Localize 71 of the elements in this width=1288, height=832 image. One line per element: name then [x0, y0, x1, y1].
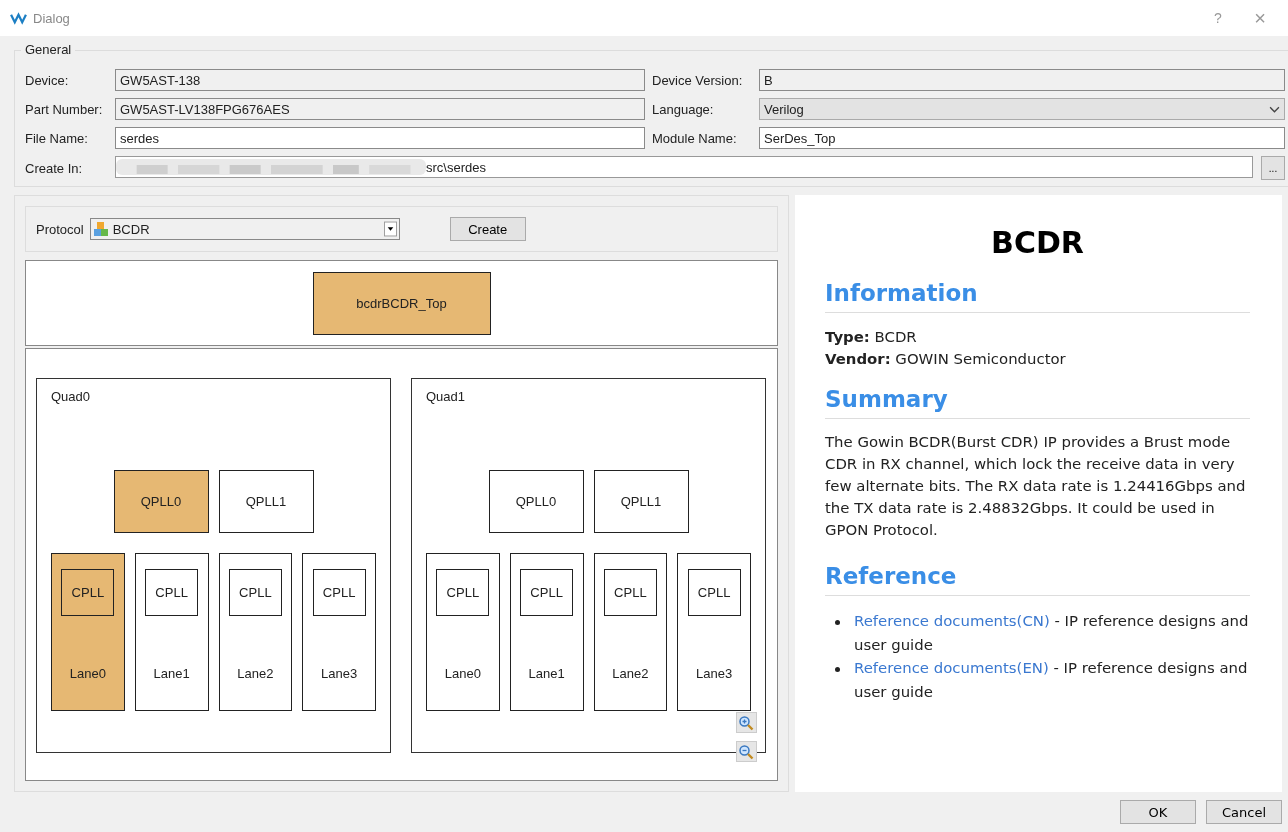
lane-label: Lane0 [69, 666, 106, 681]
pll-block[interactable]: CPLL [228, 569, 282, 616]
browse-button[interactable]: ... [1261, 156, 1285, 180]
info-title: BCDR [990, 225, 1085, 260]
lane-block[interactable]: CPLL Lane3 [302, 553, 376, 711]
pll-block[interactable]: QPLL0 [488, 470, 584, 533]
pll-block[interactable]: CPLL [520, 569, 574, 616]
module-block[interactable]: bcdrBCDR_Top [312, 271, 491, 335]
quad-label: Quad0 [51, 389, 92, 404]
lane-label: Lane3 [696, 666, 733, 681]
app-logo-icon [10, 11, 27, 25]
bullet-icon [835, 620, 840, 625]
section-heading: Information [825, 280, 1250, 313]
chevron-down-icon [1269, 105, 1280, 113]
pll-block[interactable]: CPLL [312, 569, 366, 616]
field-label: Language: [652, 101, 715, 117]
lane-block[interactable]: CPLL Lane0 [426, 553, 500, 711]
language-dropdown[interactable]: Verilog [759, 98, 1285, 120]
input-field[interactable]: GW5AST-LV138FPG676AES [115, 98, 645, 120]
lane-label: Lane3 [321, 666, 358, 681]
reference-link[interactable]: Reference documents(EN) [854, 659, 1049, 677]
lane-label: Lane0 [444, 666, 481, 681]
lane-block[interactable]: CPLL Lane1 [134, 553, 209, 711]
lane-block[interactable]: CPLL Lane2 [218, 553, 293, 711]
pll-block[interactable]: CPLL [687, 569, 741, 616]
input-field[interactable]: SerDes_Top [759, 127, 1285, 149]
dialog-button[interactable]: Cancel [1206, 800, 1282, 824]
lane-block[interactable]: CPLL Lane1 [509, 553, 584, 711]
section-heading: Reference [825, 563, 1250, 596]
info-line: Vendor: GOWIN Semiconductor [825, 349, 1067, 370]
input-field[interactable]: B [759, 69, 1285, 91]
pll-block[interactable]: QPLL0 [113, 470, 209, 533]
pll-block[interactable]: QPLL1 [593, 470, 689, 533]
field-label: Device Version: [652, 72, 744, 88]
lane-label: Lane2 [237, 666, 274, 681]
summary-text: The Gowin BCDR(Burst CDR) IP provides a Brust mode CDR in RX channel, which lock the receive data in very few alternate bits. The RX data rate is 1.24416Gbps and the TX data rate is 2.48832Gbps. It could be used in GPON Protocol. [825, 432, 1247, 541]
bullet-icon [835, 667, 840, 672]
lane-block[interactable]: CPLL Lane0 [51, 553, 125, 711]
field-label: Create In: [25, 160, 84, 176]
dialog-button[interactable]: OK [1120, 800, 1196, 824]
reference-item: Reference documents(EN) - IP reference designs and user guide [854, 658, 1249, 703]
reference-link[interactable]: Reference documents(CN) [854, 612, 1050, 630]
field-label: Module Name: [652, 130, 738, 146]
pll-block[interactable]: CPLL [145, 569, 199, 616]
input-field[interactable]: src\serdes [115, 156, 1253, 178]
protocol-label: Protocol [36, 221, 84, 237]
pll-block[interactable]: CPLL [61, 569, 115, 616]
lane-block[interactable]: CPLL Lane2 [593, 553, 668, 711]
window-title: Dialog [33, 10, 70, 26]
pll-block[interactable]: QPLL1 [218, 470, 314, 533]
create-button[interactable]: Create [449, 217, 526, 241]
pll-block[interactable]: CPLL [603, 569, 657, 616]
group-title: General [21, 42, 76, 57]
field-label: Part Number: [25, 101, 104, 117]
section-heading: Summary [825, 386, 1250, 419]
cubes-icon [92, 221, 109, 237]
reference-item: Reference documents(CN) - IP reference designs and user guide [854, 611, 1250, 656]
lane-label: Lane1 [528, 666, 565, 681]
protocol-dropdown[interactable]: BCDR [89, 218, 400, 240]
input-field[interactable]: serdes [115, 127, 645, 149]
input-field[interactable]: GW5AST-138 [115, 69, 645, 91]
pll-block[interactable]: CPLL [436, 569, 490, 616]
lane-label: Lane1 [153, 666, 190, 681]
zoom-out-icon[interactable] [736, 741, 757, 762]
field-label: File Name: [25, 130, 89, 146]
lane-label: Lane2 [612, 666, 649, 681]
field-label: Device: [25, 72, 70, 88]
info-line: Type: BCDR [825, 327, 918, 348]
quad-label: Quad1 [426, 389, 467, 404]
zoom-in-icon[interactable] [736, 712, 757, 733]
lane-block[interactable]: CPLL Lane3 [677, 553, 751, 711]
